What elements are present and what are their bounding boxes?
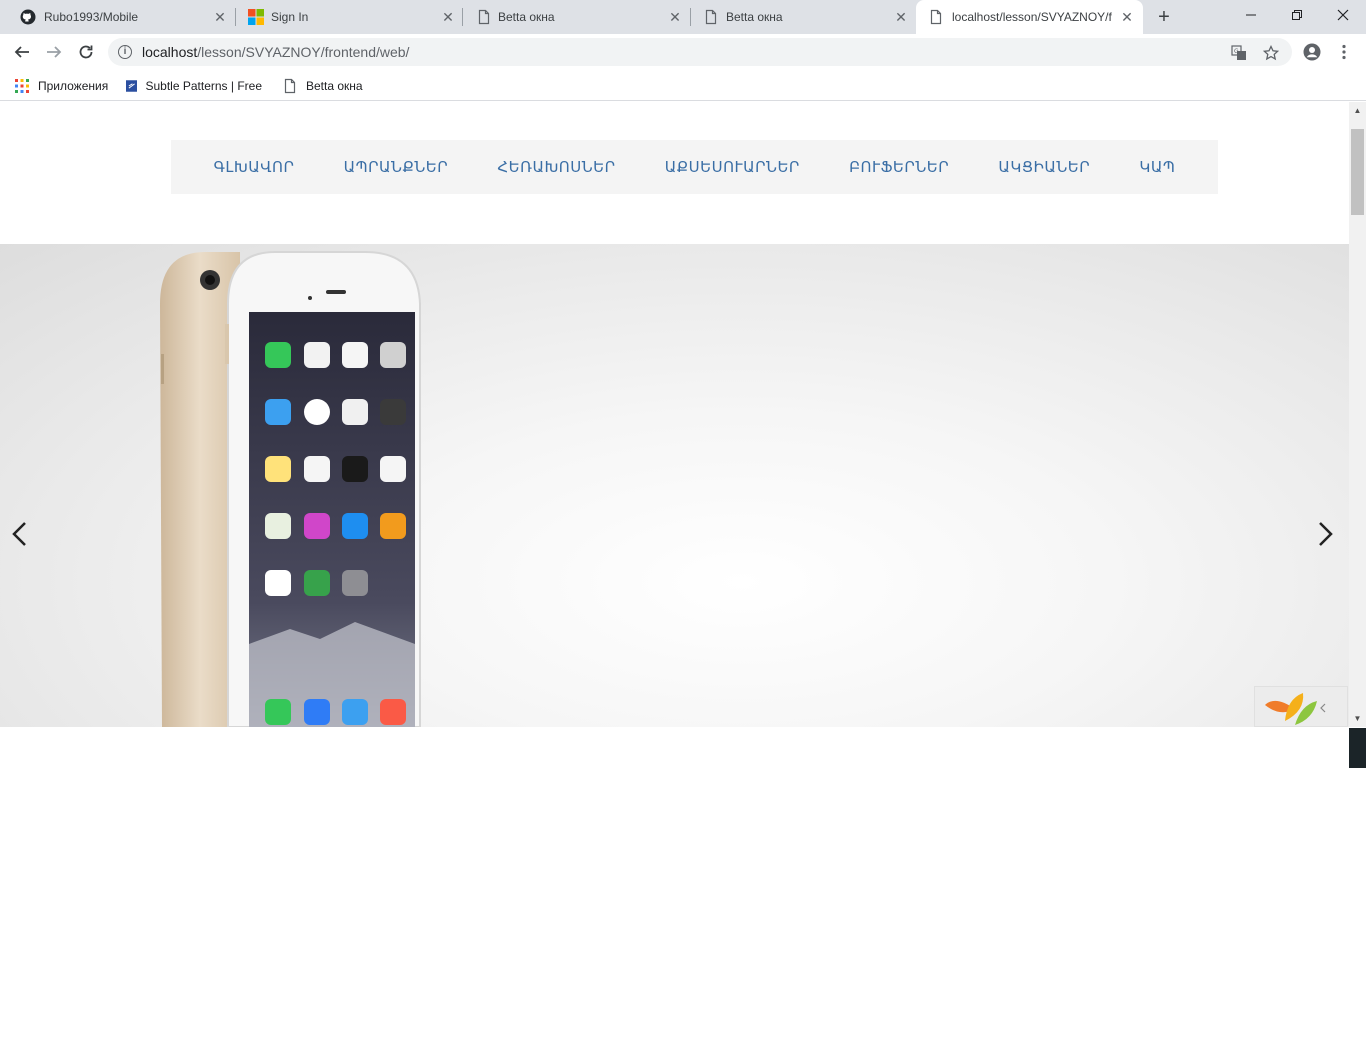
browser-toolbar: i localhost/lesson/SVYAZNOY/frontend/web… (0, 34, 1366, 70)
tab-title: Betta окна (726, 10, 783, 24)
apps-grid-icon (15, 79, 29, 93)
reload-button[interactable] (74, 40, 98, 64)
address-bar[interactable]: i localhost/lesson/SVYAZNOY/frontend/web… (108, 38, 1292, 66)
nav-link-phones[interactable]: ՀԵՌԱԽՈՍՆԵՐ (497, 158, 615, 176)
close-tab-icon[interactable]: ✕ (440, 9, 456, 25)
page-icon (478, 9, 490, 25)
new-tab-button[interactable]: + (1154, 7, 1174, 27)
browser-tab-strip: Rubo1993/Mobile ✕ Sign In ✕ Betta окна ✕… (0, 0, 1366, 34)
restore-icon (1292, 10, 1302, 20)
close-tab-icon[interactable]: ✕ (1119, 9, 1135, 25)
nav-link-accessories[interactable]: ԱՔՍԵՍՈՒԱՐՆԵՐ (665, 158, 800, 176)
floating-leaf-widget[interactable] (1254, 686, 1348, 727)
scroll-up-icon[interactable]: ▲ (1349, 102, 1366, 119)
site-info-icon[interactable]: i (118, 45, 132, 59)
account-icon (1303, 43, 1321, 61)
minimize-icon (1246, 14, 1256, 16)
svg-text:G: G (1234, 48, 1239, 55)
tab-title: localhost/lesson/SVYAZNOY/fr (952, 10, 1112, 24)
reload-icon (79, 45, 93, 59)
forward-button[interactable] (42, 40, 66, 64)
close-tab-icon[interactable]: ✕ (893, 9, 909, 25)
tab-title: Rubo1993/Mobile (44, 10, 139, 24)
bookmark-apps[interactable]: Приложения (14, 77, 108, 95)
more-vert-icon (1342, 44, 1346, 60)
url-text[interactable]: localhost/lesson/SVYAZNOY/frontend/web/ (142, 44, 409, 60)
back-arrow-icon (14, 46, 29, 58)
url-host: localhost (142, 44, 198, 60)
bookmark-label: Betta окна (306, 79, 363, 93)
github-icon (20, 9, 36, 25)
hero-carousel (0, 244, 1349, 727)
carousel-next-icon[interactable] (1313, 519, 1337, 549)
nav-link-products[interactable]: ԱՊՐԱՆՔՆԵՐ (344, 158, 449, 176)
page-icon (705, 9, 717, 25)
tab-github[interactable]: Rubo1993/Mobile ✕ (0, 0, 236, 34)
bookmark-label: Subtle Patterns | Free (145, 79, 262, 93)
profile-button[interactable] (1300, 40, 1324, 64)
side-panel-tab[interactable] (1349, 728, 1366, 768)
nav-link-buffers[interactable]: ԲՈՒՖԵՐՆԵՐ (849, 158, 949, 176)
page-viewport: ԳԼԽԱՎՈՐ ԱՊՐԱՆՔՆԵՐ ՀԵՌԱԽՈՍՆԵՐ ԱՔՍԵՍՈՒԱՐՆԵ… (0, 102, 1366, 1052)
bookmark-subtle-patterns[interactable]: Subtle Patterns | Free (126, 77, 262, 95)
forward-arrow-icon (47, 46, 62, 58)
tab-betta-2[interactable]: Betta окна ✕ (691, 0, 916, 34)
nav-link-home[interactable]: ԳԼԽԱՎՈՐ (214, 158, 295, 176)
close-tab-icon[interactable]: ✕ (212, 9, 228, 25)
microsoft-icon (248, 9, 264, 25)
tab-betta-1[interactable]: Betta окна ✕ (463, 0, 690, 34)
minimize-button[interactable] (1228, 0, 1274, 30)
page-icon (284, 78, 296, 94)
bookmark-label: Приложения (38, 79, 109, 93)
vertical-scrollbar[interactable]: ▲ ▼ (1349, 102, 1366, 727)
bookmark-betta[interactable]: Betta окна (282, 77, 363, 95)
scroll-thumb[interactable] (1351, 129, 1364, 215)
bookmarks-bar: Приложения Subtle Patterns | Free Betta … (0, 70, 1366, 101)
translate-icon[interactable]: G (1230, 44, 1248, 62)
menu-button[interactable] (1332, 40, 1356, 64)
tab-localhost[interactable]: localhost/lesson/SVYAZNOY/fr ✕ (916, 0, 1143, 34)
tab-title: Betta окна (498, 10, 555, 24)
back-button[interactable] (10, 40, 34, 64)
url-path: /lesson/SVYAZNOY/frontend/web/ (197, 44, 410, 60)
leaf-logo-icon (1265, 693, 1326, 725)
site-main-nav: ԳԼԽԱՎՈՐ ԱՊՐԱՆՔՆԵՐ ՀԵՌԱԽՈՍՆԵՐ ԱՔՍԵՍՈՒԱՐՆԵ… (171, 140, 1218, 194)
tab-sign-in[interactable]: Sign In ✕ (236, 0, 463, 34)
carousel-prev-icon[interactable] (8, 519, 32, 549)
subtle-patterns-icon (126, 80, 138, 92)
page-icon (930, 9, 942, 25)
close-icon (1337, 9, 1349, 21)
nav-link-promotions[interactable]: ԱԿՑԻԱՆԵՐ (998, 158, 1090, 176)
restore-button[interactable] (1274, 0, 1320, 30)
close-window-button[interactable] (1320, 0, 1366, 30)
scroll-down-icon[interactable]: ▼ (1349, 710, 1366, 727)
close-tab-icon[interactable]: ✕ (667, 9, 683, 25)
nav-link-contact[interactable]: ԿԱՊ (1139, 158, 1175, 176)
bookmark-star-icon[interactable] (1262, 44, 1280, 62)
tab-title: Sign In (271, 10, 309, 24)
iphone-product-image (160, 251, 421, 727)
